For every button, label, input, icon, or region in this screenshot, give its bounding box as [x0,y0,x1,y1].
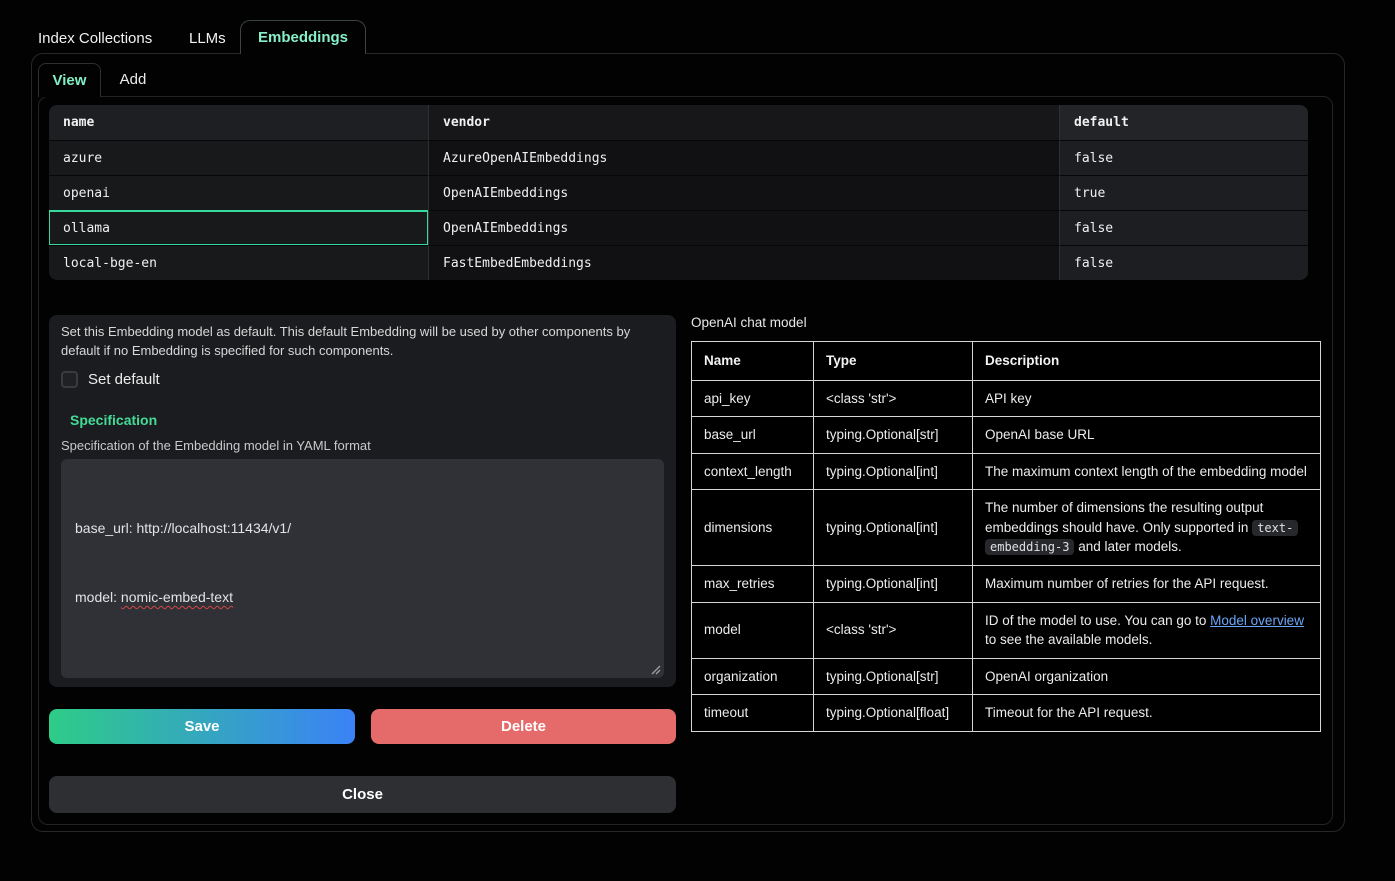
embeddings-row-cell-vendor[interactable]: OpenAIEmbeddings [428,175,1059,210]
description-text: OpenAI organization [985,669,1108,684]
param-description: Timeout for the API request. [973,695,1321,732]
param-name: context_length [692,453,814,490]
embeddings-row-cell-name[interactable]: openai [49,175,428,210]
param-name: dimensions [692,490,814,566]
tab-llms[interactable]: LLMs [189,26,226,50]
set-default-description: Set this Embedding model as default. Thi… [61,323,661,361]
param-type: typing.Optional[int] [814,490,973,566]
column-header-name: name [49,105,428,140]
specification-heading: Specification [70,412,664,428]
set-default-checkbox[interactable] [61,371,78,388]
model-overview-link[interactable]: Model overview [1210,613,1304,628]
embeddings-row-cell-vendor[interactable]: FastEmbedEmbeddings [428,245,1059,280]
model-info-title: OpenAI chat model [691,315,807,330]
param-row: base_urltyping.Optional[str] OpenAI base … [692,417,1321,454]
embeddings-row-cell-default[interactable]: false [1059,245,1308,280]
embeddings-row-cell-vendor[interactable]: AzureOpenAIEmbeddings [428,140,1059,175]
model-params-table: Name Type Description api_key<class 'str… [691,341,1321,732]
param-name: max_retries [692,565,814,602]
embeddings-row-cell-default[interactable]: false [1059,210,1308,245]
embeddings-row-cell-vendor[interactable]: OpenAIEmbeddings [428,210,1059,245]
spec-yaml-input[interactable]: base_url: http://localhost:11434/v1/ mod… [61,459,664,678]
description-text: Maximum number of retries for the API re… [985,576,1269,591]
description-text: API key [985,391,1032,406]
param-name: timeout [692,695,814,732]
specification-caption: Specification of the Embedding model in … [61,438,664,453]
param-row: timeouttyping.Optional[float] Timeout for… [692,695,1321,732]
save-button[interactable]: Save [49,709,355,744]
param-header-row: Name Type Description [692,342,1321,381]
param-row: max_retriestyping.Optional[int] Maximum n… [692,565,1321,602]
param-name: model [692,602,814,658]
embeddings-row-cell-default[interactable]: true [1059,175,1308,210]
description-text: The number of dimensions the resulting o… [985,500,1263,535]
tab-add[interactable]: Add [104,63,162,96]
misspelled-word: nomic-embed-text [121,589,233,605]
close-button[interactable]: Close [49,776,676,813]
set-default-label: Set default [88,371,160,388]
param-row: model<class 'str'>ID of the model to use… [692,602,1321,658]
param-type: typing.Optional[str] [814,658,973,695]
default-settings-panel: Set this Embedding model as default. Thi… [49,315,676,687]
yaml-line: model: nomic-embed-text [75,586,650,609]
description-text: ID of the model to use. You can go to [985,613,1210,628]
param-name: api_key [692,380,814,417]
param-description: API key [973,380,1321,417]
description-text: to see the available models. [985,632,1152,647]
param-type: <class 'str'> [814,602,973,658]
description-text: The maximum context length of the embedd… [985,464,1307,479]
param-name: organization [692,658,814,695]
param-row: organizationtyping.Optional[str] OpenAI o… [692,658,1321,695]
embeddings-table: namevendordefault azureAzureOpenAIEmbeddi… [49,105,1308,280]
param-row: dimensionstyping.Optional[int] The number… [692,490,1321,566]
delete-button[interactable]: Delete [371,709,676,744]
column-header-vendor: vendor [428,105,1059,140]
embeddings-row-cell-name[interactable]: azure [49,140,428,175]
tab-embeddings[interactable]: Embeddings [240,20,366,54]
app-window: Index Collections LLMs Embeddings View A… [0,0,1395,881]
column-header-description: Description [973,342,1321,381]
param-description: Maximum number of retries for the API re… [973,565,1321,602]
param-name: base_url [692,417,814,454]
embeddings-row-cell-default[interactable]: false [1059,140,1308,175]
param-type: typing.Optional[int] [814,453,973,490]
param-description: OpenAI organization [973,658,1321,695]
param-description: The number of dimensions the resulting o… [973,490,1321,566]
embeddings-row-cell-name[interactable]: local-bge-en [49,245,428,280]
description-text: Timeout for the API request. [985,705,1153,720]
param-type: typing.Optional[float] [814,695,973,732]
param-row: context_lengthtyping.Optional[int] The ma… [692,453,1321,490]
param-type: <class 'str'> [814,380,973,417]
tab-view[interactable]: View [38,63,101,97]
param-type: typing.Optional[str] [814,417,973,454]
column-header-default: default [1059,105,1308,140]
resize-handle-icon[interactable] [650,664,661,675]
tab-embeddings-label: Embeddings [258,29,348,46]
param-description: ID of the model to use. You can go to Mo… [973,602,1321,658]
param-description: The maximum context length of the embedd… [973,453,1321,490]
set-default-checkbox-row[interactable]: Set default [61,371,664,388]
param-type: typing.Optional[int] [814,565,973,602]
description-text: and later models. [1074,539,1181,554]
param-description: OpenAI base URL [973,417,1321,454]
yaml-line: base_url: http://localhost:11434/v1/ [75,517,650,540]
tab-index-collections[interactable]: Index Collections [38,26,152,50]
column-header-name: Name [692,342,814,381]
column-header-type: Type [814,342,973,381]
embeddings-row-cell-name[interactable]: ollama [49,210,428,245]
description-text: OpenAI base URL [985,427,1095,442]
tab-view-label: View [53,72,87,89]
param-row: api_key<class 'str'> API key [692,380,1321,417]
